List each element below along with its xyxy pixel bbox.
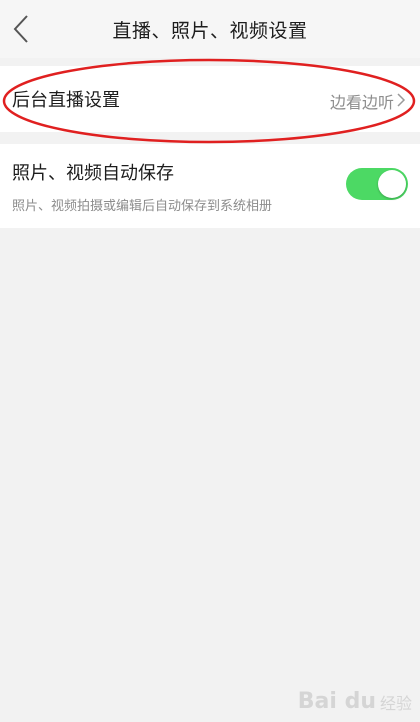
toggle-knob <box>378 170 406 198</box>
header-bar: 直播、照片、视频设置 <box>0 0 420 58</box>
watermark-brand: Bai du <box>297 689 376 714</box>
baidu-watermark: Bai du 经验 <box>298 689 412 714</box>
auto-save-description: 照片、视频拍摄或编辑后自动保存到系统相册 <box>12 199 273 214</box>
page-title: 直播、照片、视频设置 <box>112 20 308 42</box>
auto-save-toggle[interactable] <box>346 168 408 200</box>
auto-save-title: 照片、视频自动保存 <box>12 163 174 184</box>
red-ellipse-annotation <box>2 58 416 144</box>
watermark-brand-cn: 经验 <box>379 693 412 713</box>
